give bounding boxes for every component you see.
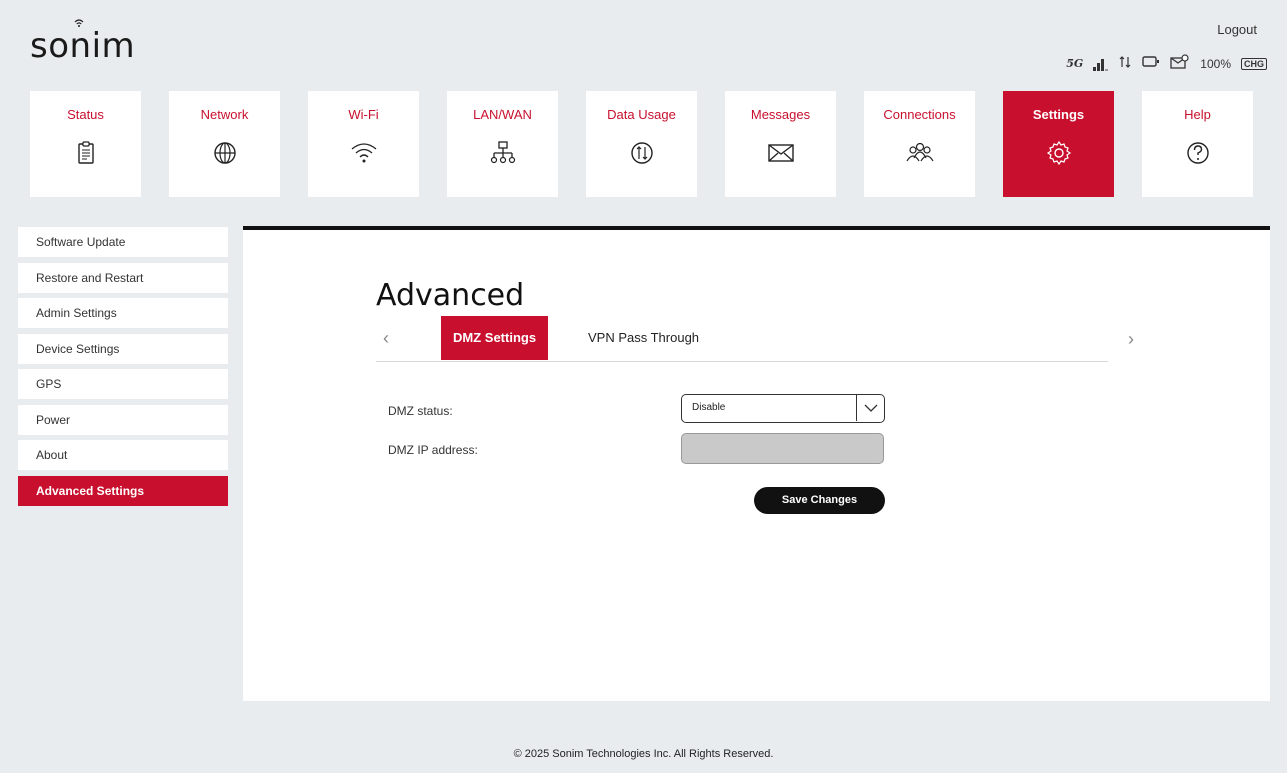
sidebar-item-gps[interactable]: GPS	[18, 369, 228, 399]
settings-sidebar: Software Update Restore and Restart Admi…	[18, 227, 228, 511]
nav-tab-label: Data Usage	[607, 107, 676, 122]
sonim-logo: sonim	[30, 19, 136, 66]
gear-icon	[1046, 140, 1071, 166]
tab-dmz-settings[interactable]: DMZ Settings	[441, 316, 549, 360]
nav-tab-lan-wan[interactable]: LAN/WAN	[447, 91, 558, 197]
help-icon	[1186, 142, 1209, 164]
sidebar-item-software-update[interactable]: Software Update	[18, 227, 228, 257]
dmz-status-label: DMZ status:	[388, 404, 453, 418]
dmz-status-value: Disable	[692, 402, 726, 413]
wifi-icon	[351, 143, 376, 163]
tab-vpn-pass-through[interactable]: VPN Pass Through	[576, 316, 711, 360]
sidebar-item-about[interactable]: About	[18, 440, 228, 470]
sidebar-item-power[interactable]: Power	[18, 404, 228, 435]
nav-tab-messages[interactable]: Messages	[725, 91, 836, 197]
nav-tab-label: LAN/WAN	[473, 107, 532, 122]
nav-tab-label: Status	[67, 107, 104, 122]
nav-tab-status[interactable]: Status	[30, 91, 141, 197]
device-icon	[1142, 55, 1160, 72]
dmz-status-select[interactable]: Disable	[681, 394, 885, 423]
nav-tab-network[interactable]: Network	[169, 91, 280, 197]
logo-text: sonim	[30, 26, 136, 66]
sidebar-item-restore-restart[interactable]: Restore and Restart	[18, 262, 228, 293]
nav-tab-label: Network	[200, 107, 249, 122]
network-type: 5G	[1066, 57, 1084, 70]
data-transfer-icon	[1118, 55, 1132, 72]
clipboard-icon	[77, 141, 94, 164]
logo-wifi-icon	[74, 18, 84, 31]
chevron-down-icon	[856, 395, 884, 421]
nav-tab-label: Connections	[883, 107, 956, 122]
nav-tab-label: Settings	[1032, 107, 1085, 122]
nav-tab-label: Wi-Fi	[348, 107, 379, 122]
battery-icon: CHG	[1241, 57, 1267, 70]
subtab-bar: ‹ DMZ Settings VPN Pass Through	[376, 316, 1108, 362]
globe-icon	[213, 142, 236, 164]
status-bar: 5G 100% CHG	[1066, 54, 1267, 73]
nav-tab-help[interactable]: Help	[1142, 91, 1253, 197]
battery-badge: CHG	[1244, 58, 1264, 69]
signal-bars-icon	[1093, 57, 1109, 71]
nav-tab-connections[interactable]: Connections	[864, 91, 975, 197]
lan-icon	[490, 141, 515, 164]
sidebar-item-admin-settings[interactable]: Admin Settings	[18, 298, 228, 328]
data-usage-icon	[630, 142, 653, 164]
battery-percent: 100%	[1200, 56, 1231, 71]
footer-copyright: © 2025 Sonim Technologies Inc. All Right…	[513, 748, 774, 760]
nav-tab-wifi[interactable]: Wi-Fi	[308, 91, 419, 197]
sidebar-item-device-settings[interactable]: Device Settings	[18, 333, 228, 364]
message-icon	[1170, 54, 1190, 73]
dmz-ip-input[interactable]	[681, 433, 884, 464]
page-title: Advanced	[376, 278, 525, 313]
top-navigation: Status Network Wi-Fi LAN/WAN Data Usage …	[30, 91, 1253, 197]
dmz-ip-label: DMZ IP address:	[388, 443, 478, 457]
nav-tab-label: Help	[1184, 107, 1211, 122]
logout-link[interactable]: Logout	[1217, 22, 1257, 37]
nav-tab-settings[interactable]: Settings	[1003, 91, 1114, 197]
save-changes-button[interactable]: Save Changes	[754, 487, 885, 514]
envelope-icon	[767, 144, 794, 162]
users-icon	[905, 142, 934, 162]
chevron-left-icon[interactable]: ‹	[383, 328, 389, 349]
nav-tab-label: Messages	[750, 107, 811, 122]
nav-tab-data-usage[interactable]: Data Usage	[586, 91, 697, 197]
main-content-panel: Advanced ‹ DMZ Settings VPN Pass Through…	[243, 226, 1270, 701]
chevron-right-icon[interactable]: ›	[1128, 329, 1134, 350]
sidebar-item-advanced-settings[interactable]: Advanced Settings	[18, 475, 228, 506]
